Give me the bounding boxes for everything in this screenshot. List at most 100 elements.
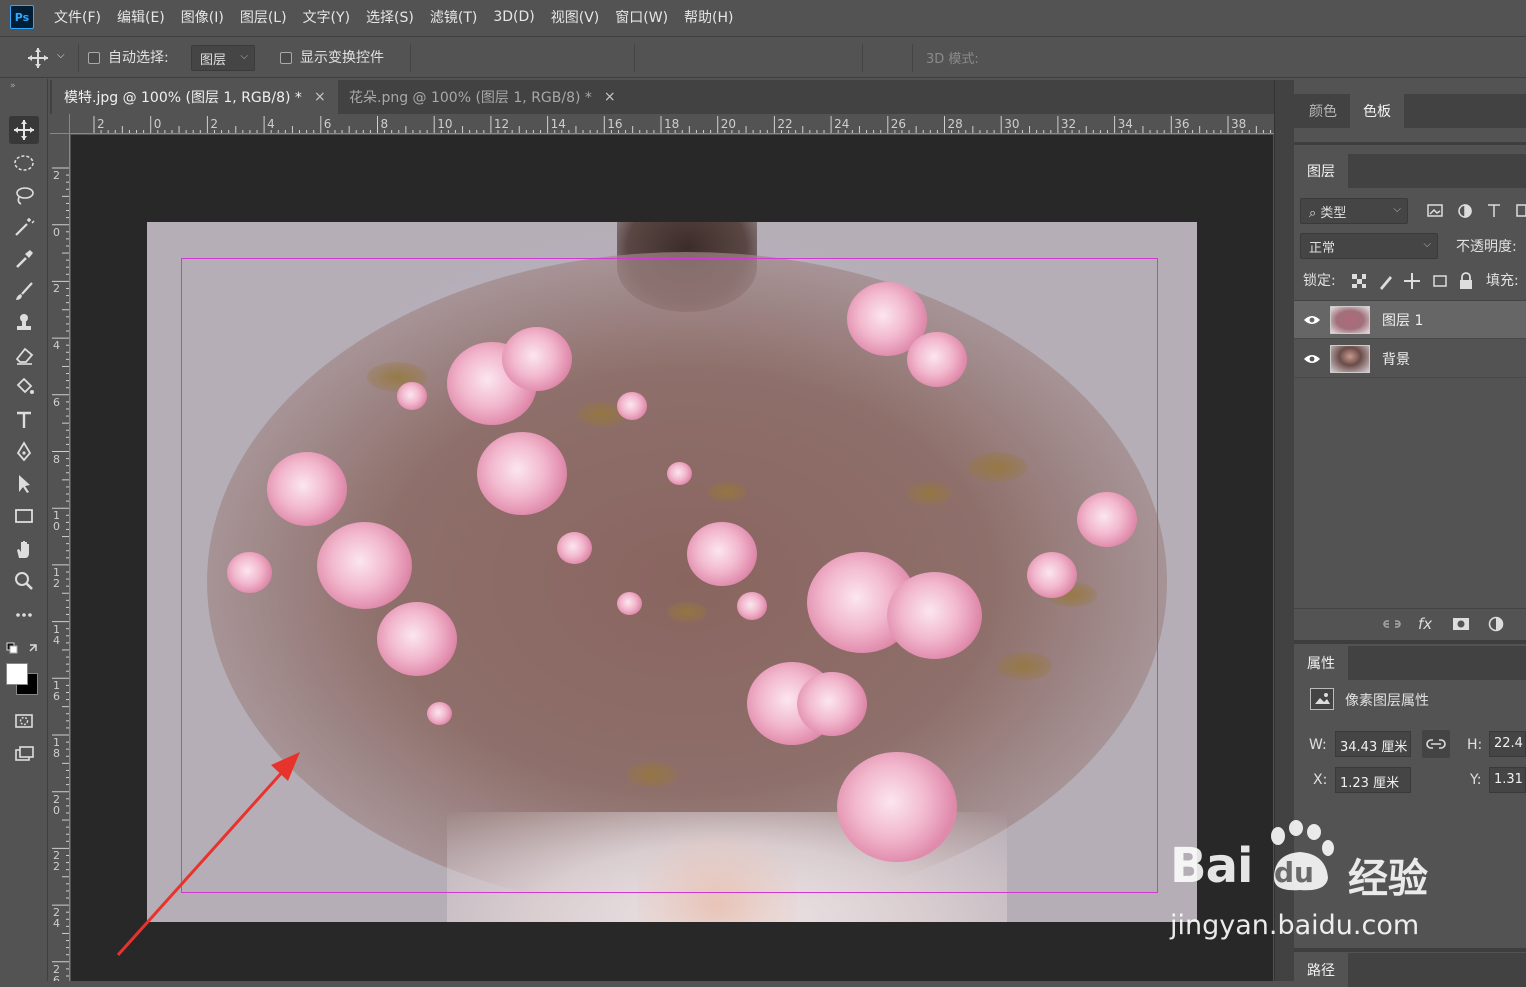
watermark-cn: 经验 <box>1348 856 1428 902</box>
ruler-label: 14 <box>550 117 566 131</box>
brush-icon[interactable] <box>9 277 39 305</box>
path-selection-icon[interactable] <box>9 470 39 498</box>
close-icon[interactable]: × <box>604 89 616 105</box>
adjustment-layer-icon[interactable] <box>1488 616 1504 632</box>
x-position-field[interactable]: 1.23 厘米 <box>1335 767 1411 793</box>
auto-select-target-dropdown[interactable]: 图层 ⌵ <box>191 45 255 71</box>
menu-3d[interactable]: 3D(D) <box>485 9 542 25</box>
canvas-area[interactable] <box>71 135 1273 981</box>
visibility-eye-icon[interactable] <box>1294 314 1330 326</box>
menu-help[interactable]: 帮助(H) <box>676 7 741 27</box>
link-layers-icon[interactable] <box>1382 617 1402 631</box>
horizontal-ruler[interactable]: 2 0 2 4 6 8 10 12 14 16 18 20 22 24 26 28 30 32 34 36 38 <box>70 114 1274 134</box>
menu-filter[interactable]: 滤镜(T) <box>422 7 485 27</box>
blend-mode-dropdown[interactable]: 正常 ⌵ <box>1300 233 1438 259</box>
ruler-label: 20 <box>720 117 736 131</box>
ruler-label: 24 <box>53 906 60 931</box>
ruler-label: 6 <box>53 395 60 409</box>
filter-kind-value: 类型 <box>1320 206 1347 221</box>
ruler-label: 2 <box>53 169 60 182</box>
lasso-icon[interactable] <box>9 181 39 209</box>
ruler-label: 16 <box>53 679 60 704</box>
eraser-icon[interactable] <box>9 341 39 369</box>
fill-label: 填充: <box>1486 273 1519 289</box>
collapse-arrows-icon[interactable]: » <box>10 81 16 91</box>
layer-name: 图层 1 <box>1382 312 1424 329</box>
ruler-label: 2 <box>97 117 105 131</box>
layer-row-layer-1[interactable]: 图层 1 <box>1294 301 1526 339</box>
tab-model-jpg[interactable]: 模特.jpg @ 100% (图层 1, RGB/8) * × <box>52 80 338 114</box>
menu-layer[interactable]: 图层(L) <box>232 7 295 27</box>
ruler-label: 6 <box>323 117 332 131</box>
vertical-ruler[interactable]: 2 0 2 4 6 8 10 12 14 16 18 20 22 24 26 <box>50 134 70 981</box>
type-tool-icon[interactable] <box>9 406 39 434</box>
tab-color[interactable]: 颜色 <box>1296 94 1350 128</box>
layer-thumbnail <box>1330 305 1370 334</box>
ruler-label: 22 <box>53 849 60 874</box>
options-bar: ⌵ 自动选择: 图层 ⌵ 显示变换控件 3D 模式: <box>0 36 1526 104</box>
baidu-jingyan-watermark: Bai du 经验 jingyan.baidu.com <box>1170 818 1460 948</box>
annotation-arrow-icon <box>116 752 300 957</box>
pixel-layer-icon <box>1310 688 1334 710</box>
paint-bucket-icon[interactable] <box>9 373 39 401</box>
lock-buttons-icon[interactable] <box>1350 272 1480 290</box>
y-position-field[interactable]: 1.31 <box>1489 767 1526 793</box>
ruler-label: 14 <box>53 622 60 647</box>
hand-tool-icon[interactable] <box>9 535 39 563</box>
layer-effects-icon[interactable]: fx <box>1418 615 1432 633</box>
ruler-label: 36 <box>1174 117 1190 131</box>
show-transform-checkbox[interactable] <box>280 52 292 64</box>
screen-mode-icon[interactable] <box>9 740 39 768</box>
default-colors-icon[interactable] <box>6 642 42 660</box>
clone-stamp-icon[interactable] <box>9 309 39 337</box>
blend-mode-value: 正常 <box>1309 241 1336 256</box>
ruler-label: 12 <box>53 565 60 590</box>
tab-layers[interactable]: 图层 <box>1294 154 1348 188</box>
tab-label: 花朵.png @ 100% (图层 1, RGB/8) * <box>349 90 592 106</box>
pen-tool-icon[interactable] <box>9 438 39 466</box>
watermark-url: jingyan.baidu.com <box>1170 910 1420 941</box>
width-field[interactable]: 34.43 厘米 <box>1335 731 1411 757</box>
ruler-origin[interactable] <box>50 114 70 134</box>
menu-file[interactable]: 文件(F) <box>46 7 109 27</box>
tab-properties[interactable]: 属性 <box>1294 646 1348 680</box>
add-mask-icon[interactable] <box>1452 617 1470 631</box>
tab-paths[interactable]: 路径 <box>1294 953 1348 987</box>
ruler-label: 8 <box>53 452 60 466</box>
more-tools-icon[interactable] <box>9 601 39 629</box>
magic-wand-icon[interactable] <box>9 213 39 241</box>
h-label: H: <box>1467 737 1483 753</box>
eyedropper-icon[interactable] <box>9 245 39 273</box>
ruler-label: 26 <box>890 117 907 131</box>
foreground-color-swatch[interactable] <box>6 663 28 685</box>
move-tool-icon[interactable] <box>9 116 39 144</box>
layer-filter-buttons-icon[interactable] <box>1426 202 1526 220</box>
layer-filter-dropdown[interactable]: ⌕ 类型 ⌵ <box>1300 198 1408 224</box>
preset-chevron-down-icon[interactable]: ⌵ <box>57 50 65 61</box>
link-dimensions-icon[interactable] <box>1422 730 1450 758</box>
menu-image[interactable]: 图像(I) <box>173 7 232 27</box>
zoom-tool-icon[interactable] <box>9 567 39 595</box>
menu-view[interactable]: 视图(V) <box>543 7 608 27</box>
layers-footer: fx <box>1294 608 1526 640</box>
tab-flower-png[interactable]: 花朵.png @ 100% (图层 1, RGB/8) * × <box>337 80 628 114</box>
auto-select-checkbox[interactable] <box>88 52 100 64</box>
layer-thumbnail <box>1330 344 1370 373</box>
menu-window[interactable]: 窗口(W) <box>607 7 676 27</box>
layer-row-background[interactable]: 背景 <box>1294 340 1526 378</box>
menu-edit[interactable]: 编辑(E) <box>109 7 173 27</box>
menu-type[interactable]: 文字(Y) <box>295 7 358 27</box>
quick-mask-icon[interactable] <box>9 707 39 735</box>
ruler-label: 2 <box>53 282 60 296</box>
visibility-eye-icon[interactable] <box>1294 353 1330 365</box>
menu-select[interactable]: 选择(S) <box>358 7 422 27</box>
elliptical-marquee-icon[interactable] <box>9 149 39 177</box>
ruler-label: 26 <box>53 962 60 981</box>
ruler-label: 18 <box>664 117 680 131</box>
move-tool-preset-icon[interactable] <box>26 46 50 70</box>
rectangle-tool-icon[interactable] <box>9 502 39 530</box>
ruler-label: 0 <box>153 117 162 131</box>
close-icon[interactable]: × <box>314 89 326 105</box>
height-field[interactable]: 22.4 <box>1489 731 1526 757</box>
tab-swatches[interactable]: 色板 <box>1350 94 1404 128</box>
